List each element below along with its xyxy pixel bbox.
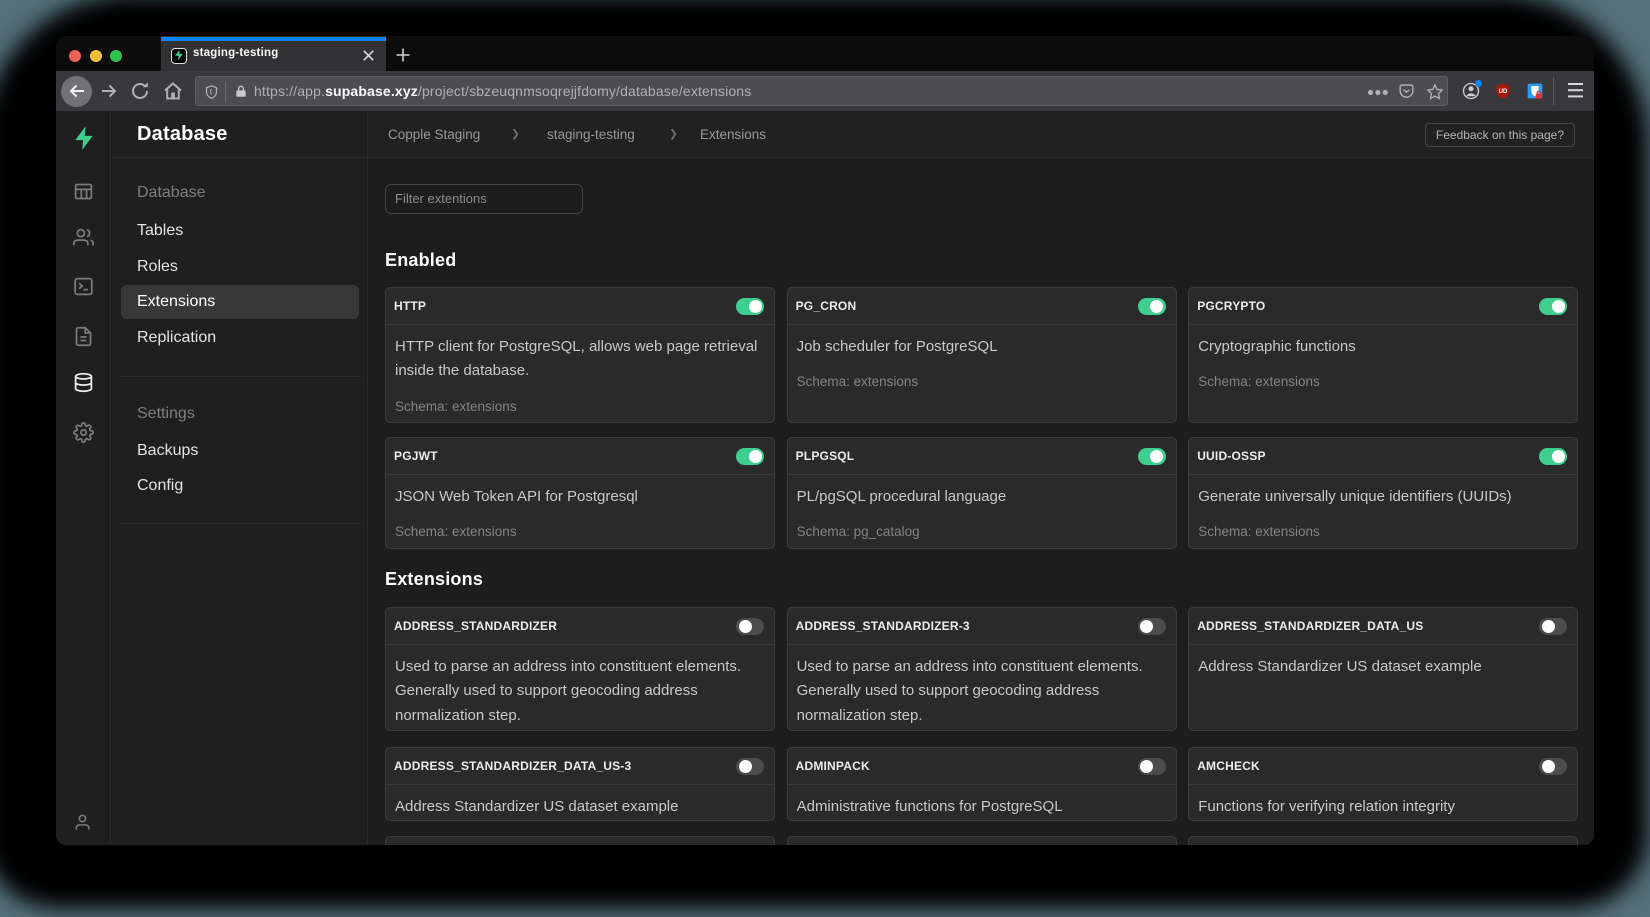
svg-text:UD: UD xyxy=(1499,89,1508,95)
